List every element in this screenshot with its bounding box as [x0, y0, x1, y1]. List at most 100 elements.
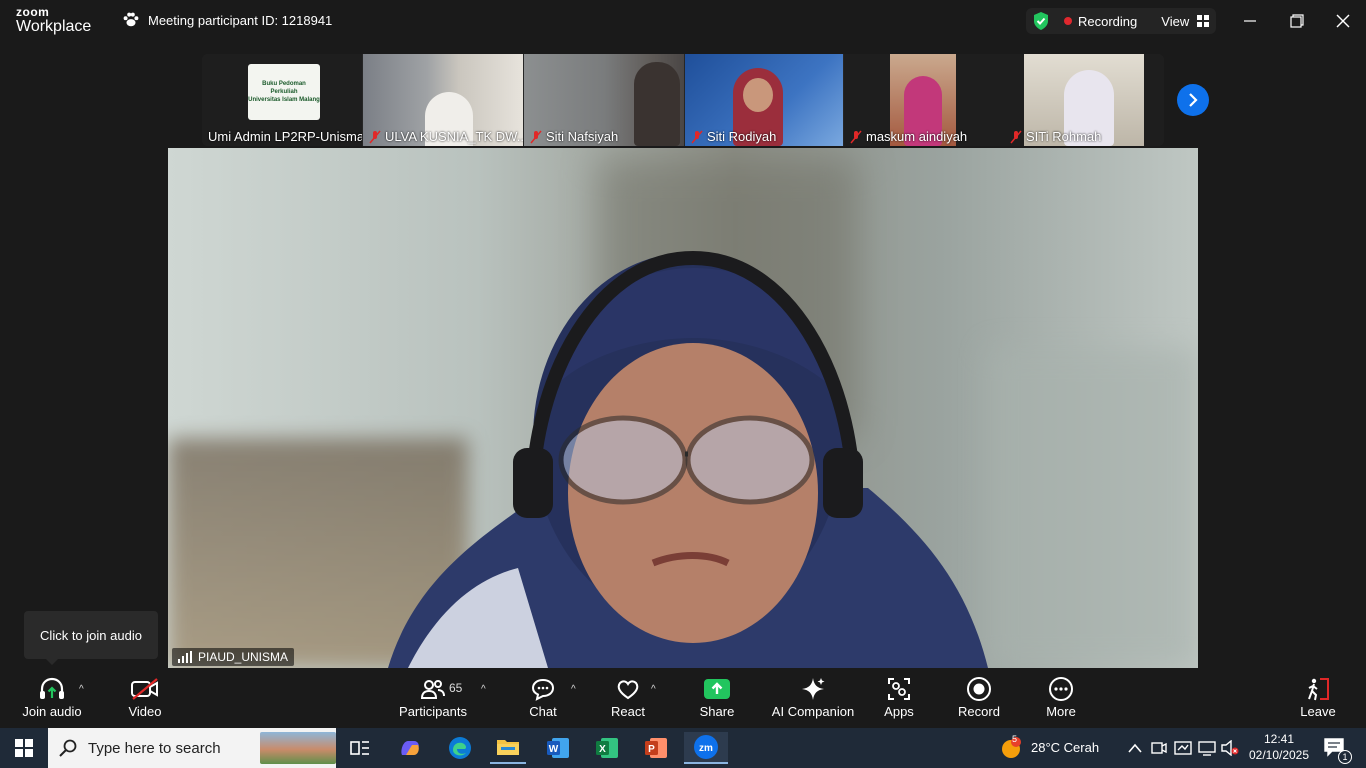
- mic-muted-icon: [691, 130, 703, 143]
- participant-strip: Buku Pedoman Perkuliah Universitas Islam…: [202, 54, 1164, 146]
- svg-text:X: X: [599, 744, 606, 755]
- chat-button[interactable]: Chat: [522, 674, 564, 724]
- record-button[interactable]: Record: [956, 674, 1002, 724]
- participant-tile[interactable]: Siti Nafsiyah: [524, 54, 684, 146]
- participants-icon: [420, 680, 445, 699]
- word-icon: W: [547, 738, 569, 758]
- zoom-app[interactable]: zm: [684, 732, 728, 764]
- participant-name: Siti Rodiyah: [691, 129, 776, 144]
- mic-muted-icon: [530, 130, 542, 143]
- next-page-button[interactable]: [1177, 84, 1209, 116]
- apps-icon: [888, 678, 910, 700]
- shared-slide: Buku Pedoman Perkuliah Universitas Islam…: [248, 64, 320, 120]
- chat-options-caret[interactable]: ^: [571, 684, 576, 695]
- display-icon[interactable]: [1198, 740, 1216, 756]
- join-audio-label: Join audio: [22, 704, 82, 719]
- participant-name: SITi Rohmah: [1010, 129, 1101, 144]
- meet-now-icon[interactable]: [1151, 740, 1167, 756]
- participant-tile[interactable]: ULVA KUSNIA_TK DW...: [363, 54, 523, 146]
- leave-button[interactable]: Leave: [1298, 674, 1338, 724]
- start-button[interactable]: [6, 732, 42, 764]
- participants-options-caret[interactable]: ^: [481, 684, 486, 695]
- word-app[interactable]: W: [540, 732, 576, 764]
- view-label: View: [1161, 13, 1190, 29]
- ai-companion-button[interactable]: AI Companion: [770, 674, 856, 724]
- view-button[interactable]: View: [1161, 13, 1210, 29]
- participant-tile[interactable]: Siti Rodiyah: [685, 54, 843, 146]
- weather-text[interactable]: 28°C Cerah: [1031, 740, 1099, 755]
- video-button[interactable]: Video: [120, 674, 170, 724]
- participant-tile[interactable]: Buku Pedoman Perkuliah Universitas Islam…: [202, 54, 362, 146]
- folder-icon: [497, 740, 519, 755]
- chat-label: Chat: [529, 704, 557, 719]
- windows-icon: [15, 739, 33, 757]
- record-label: Record: [958, 704, 1000, 719]
- mic-muted-icon: [369, 130, 381, 143]
- participant-tile[interactable]: maskum aindiyah: [844, 54, 1004, 146]
- svg-text:W: W: [549, 744, 559, 755]
- chat-icon: [531, 678, 555, 701]
- apps-label: Apps: [884, 704, 914, 719]
- excel-app[interactable]: X: [589, 732, 625, 764]
- slide-line-1: Buku Pedoman Perkuliah: [262, 81, 306, 95]
- join-audio-button[interactable]: Join audio: [16, 674, 88, 724]
- participant-name: Umi Admin LP2RP-Unisma: [208, 129, 362, 144]
- heart-icon: [617, 680, 639, 700]
- search-highlight-image: [260, 732, 336, 764]
- taskbar-search[interactable]: Type here to search: [48, 728, 336, 768]
- network-icon[interactable]: [1174, 740, 1192, 756]
- share-screen-icon: [704, 679, 730, 699]
- zoom-app-icon: zm: [694, 735, 718, 759]
- more-icon: [1049, 677, 1073, 701]
- chevron-up-icon[interactable]: [1128, 743, 1142, 753]
- copilot-app[interactable]: [392, 732, 428, 764]
- meeting-id-text: Meeting participant ID: 1218941: [148, 12, 333, 28]
- file-explorer-app[interactable]: [490, 732, 526, 764]
- svg-text:P: P: [648, 744, 655, 755]
- apps-button[interactable]: Apps: [880, 674, 918, 724]
- react-options-caret[interactable]: ^: [651, 684, 656, 695]
- recording-panel: Recording View: [1026, 8, 1216, 34]
- svg-text:zm: zm: [699, 743, 713, 754]
- share-button[interactable]: Share: [695, 674, 739, 724]
- recording-label[interactable]: Recording: [1078, 14, 1137, 29]
- ai-companion-label: AI Companion: [771, 704, 855, 719]
- speaker-muted-icon[interactable]: [1221, 740, 1239, 756]
- close-button[interactable]: [1331, 10, 1355, 32]
- chevron-right-icon: [1189, 93, 1198, 107]
- meeting-info[interactable]: Meeting participant ID: 1218941: [122, 11, 332, 29]
- edge-app[interactable]: [442, 732, 478, 764]
- audio-options-caret[interactable]: ^: [79, 684, 84, 695]
- powerpoint-icon: P: [645, 738, 667, 758]
- speaker-name: PIAUD_UNISMA: [198, 650, 289, 664]
- react-label: React: [611, 704, 645, 719]
- recording-dot-icon: [1064, 17, 1072, 25]
- maximize-button[interactable]: [1285, 10, 1309, 32]
- close-icon: [1336, 14, 1350, 28]
- person-figure: [634, 62, 680, 146]
- edge-icon: [449, 737, 471, 759]
- paw-icon: [123, 12, 139, 27]
- excel-icon: X: [596, 738, 618, 758]
- participant-tile[interactable]: SITi Rohmah: [1004, 54, 1164, 146]
- system-clock[interactable]: 12:41 02/10/2025: [1246, 731, 1312, 763]
- headphones-icon: [40, 677, 64, 699]
- minimize-button[interactable]: [1238, 10, 1262, 32]
- mic-muted-icon: [1010, 130, 1022, 143]
- active-speaker-video[interactable]: PIAUD_UNISMA: [168, 148, 1198, 668]
- powerpoint-app[interactable]: P: [638, 732, 674, 764]
- meeting-toolbar: Join audio ^ Video Participants 65 ^ Cha…: [0, 670, 1366, 728]
- react-button[interactable]: React: [606, 674, 650, 724]
- sparkle-icon: [802, 678, 825, 700]
- person-face: [743, 78, 773, 112]
- participant-name: ULVA KUSNIA_TK DW...: [369, 129, 523, 144]
- more-label: More: [1046, 704, 1076, 719]
- shield-icon[interactable]: [1032, 11, 1050, 31]
- logo-top: zoom: [16, 5, 50, 19]
- title-bar: zoom Workplace Meeting participant ID: 1…: [0, 0, 1366, 44]
- notification-count: 1: [1338, 750, 1352, 764]
- clock-time: 12:41: [1263, 732, 1295, 746]
- leave-icon: [1308, 678, 1329, 701]
- more-button[interactable]: More: [1042, 674, 1080, 724]
- task-view-button[interactable]: [342, 732, 378, 764]
